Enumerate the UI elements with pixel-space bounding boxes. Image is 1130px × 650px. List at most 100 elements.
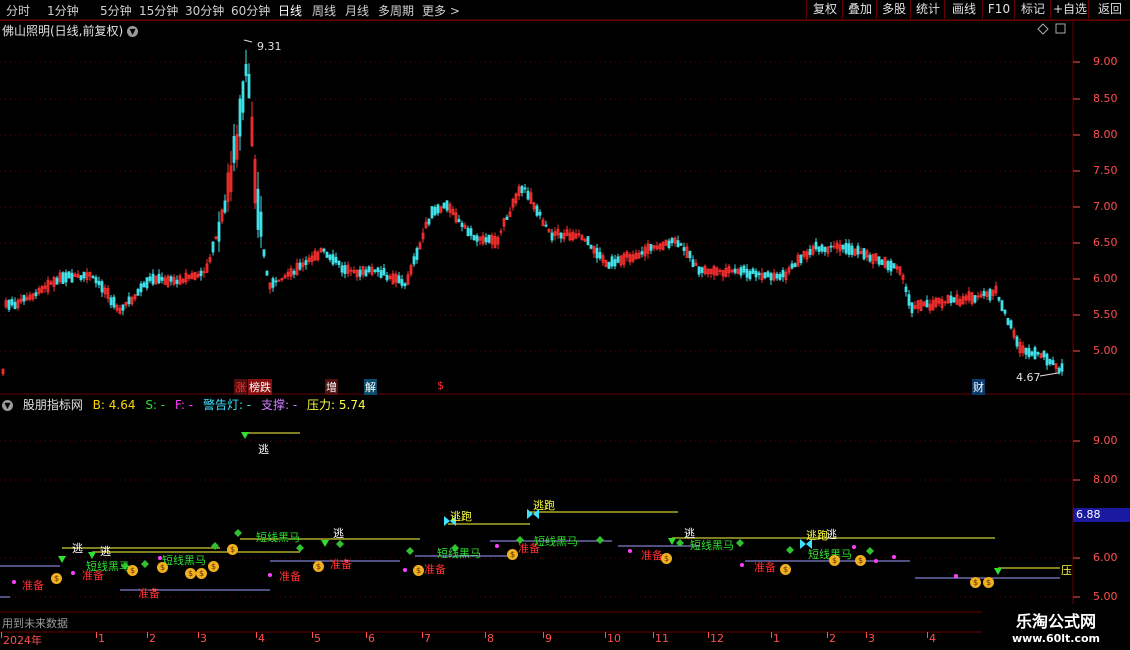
candle-body [550, 232, 554, 241]
signal-dark-horse: 短线黑马 [534, 535, 578, 548]
pink-dot [852, 545, 856, 549]
signal-prepare: 准备 [754, 561, 776, 574]
candle-body [322, 248, 326, 252]
event-marker-finance[interactable]: 财 [972, 379, 985, 395]
indicator-tick: 9.00 [1093, 434, 1118, 447]
event-marker-unlock[interactable]: 解 [364, 379, 377, 395]
candle-body [457, 219, 461, 223]
money-bag-icon: $ [829, 555, 840, 566]
candle-body [868, 254, 872, 262]
signal-prepare: 准备 [279, 570, 301, 583]
candle-body [781, 269, 785, 278]
candle-body [328, 254, 332, 260]
candle-body [733, 268, 737, 273]
signal-run: 逃跑 [450, 510, 472, 523]
down-arrow-icon [241, 432, 249, 439]
candle-body [211, 241, 215, 253]
stock-title: 佛山照明(日线,前复权) [2, 24, 124, 38]
x-axis-tick [653, 632, 654, 638]
pink-dot [403, 568, 407, 572]
candle-body [808, 248, 812, 256]
candle-body [754, 270, 758, 278]
indicator-name[interactable]: 股朋指标网 [23, 398, 83, 412]
x-axis-month-label: 2 [149, 632, 156, 645]
price-tick: 6.50 [1093, 236, 1118, 249]
candle-body [373, 269, 377, 272]
candle-body [1057, 367, 1061, 374]
indicator-value-f: F: - [174, 398, 194, 412]
candle-body [649, 244, 653, 251]
candle-body [775, 273, 779, 279]
chevron-down-icon[interactable]: ▼ [127, 26, 139, 37]
indicator-value-warning: 警告灯: - [202, 398, 252, 412]
event-marker-limit[interactable]: 涨 [234, 379, 247, 395]
x-axis-tick [312, 632, 313, 638]
x-axis-tick [866, 632, 867, 638]
candle-body [460, 222, 464, 227]
indicator-value-support: 支撑: - [260, 398, 298, 412]
signal-prepare: 准备 [330, 558, 352, 571]
candle-body [1060, 363, 1064, 372]
candle-body [169, 276, 173, 282]
candle-body [880, 259, 884, 266]
candle-body [403, 283, 407, 287]
candle-body [217, 221, 221, 242]
event-marker-increase[interactable]: 增 [325, 379, 338, 395]
candle-body [925, 299, 929, 308]
chevron-down-icon[interactable]: ▼ [2, 400, 13, 411]
candle-body [850, 245, 854, 255]
candle-body [739, 267, 743, 276]
candle-body [793, 263, 797, 268]
candle-body [325, 251, 329, 258]
signal-run: 逃跑 [533, 499, 555, 512]
candle-body [91, 275, 95, 279]
x-axis-month-label: 4 [929, 632, 936, 645]
candle-body [526, 190, 530, 200]
x-axis-tick [485, 632, 486, 638]
x-axis-tick [927, 632, 928, 638]
candle-body [700, 267, 704, 273]
x-axis-month-label: 1 [98, 632, 105, 645]
candle-body [538, 211, 542, 216]
money-bag-icon: $ [855, 555, 866, 566]
candle-body [610, 256, 614, 267]
candle-body [22, 294, 26, 302]
candle-body [55, 277, 59, 285]
candle-body [799, 254, 803, 263]
green-diamond-icon [786, 546, 794, 554]
candle-body [817, 246, 821, 252]
candle-body [94, 277, 98, 284]
candle-body [199, 270, 203, 277]
green-diamond-icon [234, 529, 242, 537]
money-bag-icon: $ [227, 544, 238, 555]
candle-body [823, 247, 827, 253]
candle-body [973, 295, 977, 303]
pink-dot [628, 549, 632, 553]
main-chart-title: 佛山照明(日线,前复权) ▼ [2, 22, 139, 39]
money-bag-icon: $ [127, 565, 138, 576]
candle-body [586, 236, 590, 246]
candle-body [535, 205, 539, 216]
candle-body [142, 282, 146, 288]
candle-body [841, 244, 845, 250]
candle-body [910, 302, 914, 314]
candle-body [112, 296, 116, 308]
signal-prepare: 准备 [138, 587, 160, 600]
candle-body [505, 216, 509, 220]
pink-dot [740, 563, 744, 567]
candle-body [877, 256, 881, 265]
signal-pressure: 压 [1061, 564, 1072, 577]
event-marker-dollar[interactable]: $ [436, 379, 445, 392]
candle-body [385, 274, 389, 281]
candle-body [856, 245, 860, 255]
down-arrow-icon [668, 538, 676, 545]
future-data-note: 用到未来数据 [2, 617, 68, 630]
pink-dot [892, 555, 896, 559]
candle-body [97, 280, 101, 286]
candle-body [160, 276, 164, 281]
candle-body [340, 265, 344, 273]
price-tick: 8.00 [1093, 128, 1118, 141]
candle-body [616, 256, 620, 263]
event-marker-list[interactable]: 榜跌 [248, 379, 272, 395]
signal-dark-horse: 短线黑马 [690, 539, 734, 552]
